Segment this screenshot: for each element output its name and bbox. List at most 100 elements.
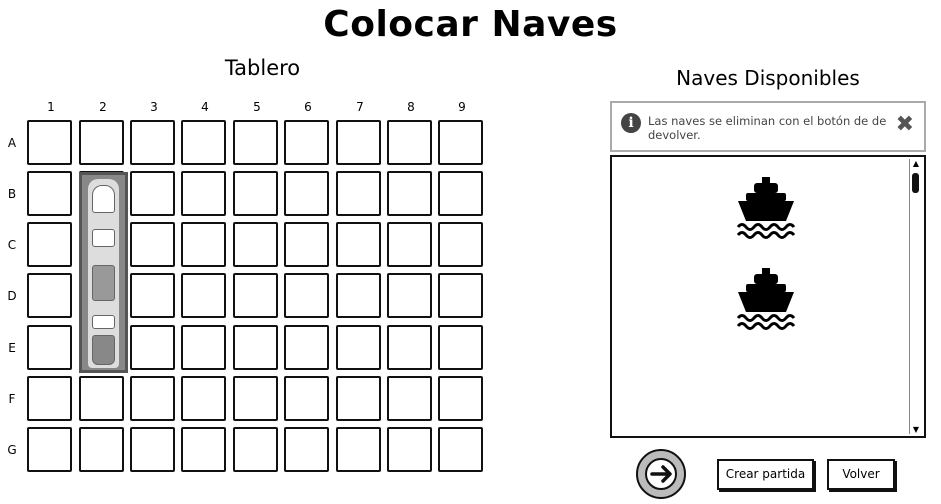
scrollbar[interactable]: ▲ ▼ [909, 159, 922, 434]
board-cell-F9[interactable] [438, 376, 483, 421]
row-label: D [7, 289, 17, 303]
board-cell-B3[interactable] [130, 171, 175, 216]
scroll-down-icon[interactable]: ▼ [911, 425, 921, 434]
next-button[interactable] [636, 449, 686, 499]
board-cell-G5[interactable] [233, 427, 278, 472]
board-title: Tablero [224, 56, 301, 80]
board-cell-F3[interactable] [130, 376, 175, 421]
ship-icon[interactable] [736, 177, 800, 239]
scroll-up-icon[interactable]: ▲ [911, 159, 921, 168]
ship-icon[interactable] [736, 268, 800, 330]
board-cell-G3[interactable] [130, 427, 175, 472]
board-cell-F1[interactable] [27, 376, 72, 421]
board-cell-G7[interactable] [336, 427, 381, 472]
board-cell-B8[interactable] [387, 171, 432, 216]
board-cell-G6[interactable] [284, 427, 329, 472]
board-cell-G8[interactable] [387, 427, 432, 472]
board-cell-C4[interactable] [181, 222, 226, 267]
board-cell-F6[interactable] [284, 376, 329, 421]
board-cell-B6[interactable] [284, 171, 329, 216]
row-label: G [7, 443, 17, 457]
column-label: 1 [47, 100, 55, 114]
board-cell-A8[interactable] [387, 120, 432, 165]
ship-bow [92, 185, 115, 213]
scroll-thumb[interactable] [912, 173, 919, 193]
board-cell-D6[interactable] [284, 273, 329, 318]
board-cell-E7[interactable] [336, 325, 381, 370]
board-cell-E9[interactable] [438, 325, 483, 370]
column-label: 2 [99, 100, 107, 114]
board-cell-E5[interactable] [233, 325, 278, 370]
board-cell-B4[interactable] [181, 171, 226, 216]
board-cell-D9[interactable] [438, 273, 483, 318]
board-cell-F8[interactable] [387, 376, 432, 421]
board-cell-A9[interactable] [438, 120, 483, 165]
column-label: 8 [407, 100, 415, 114]
board-cell-C7[interactable] [336, 222, 381, 267]
board-cell-A7[interactable] [336, 120, 381, 165]
board-cell-E8[interactable] [387, 325, 432, 370]
arrow-right-icon [645, 458, 677, 490]
row-label: E [8, 341, 16, 355]
column-label: 7 [356, 100, 364, 114]
board-cell-F4[interactable] [181, 376, 226, 421]
board-cell-B9[interactable] [438, 171, 483, 216]
board-cell-G4[interactable] [181, 427, 226, 472]
board-cell-D3[interactable] [130, 273, 175, 318]
board-cell-A4[interactable] [181, 120, 226, 165]
alert-text: Las naves se eliminan con el botón de de… [648, 114, 887, 142]
column-label: 6 [304, 100, 312, 114]
board-cell-A1[interactable] [27, 120, 72, 165]
board-cell-C8[interactable] [387, 222, 432, 267]
board-cell-A2[interactable] [79, 120, 124, 165]
board-cell-A5[interactable] [233, 120, 278, 165]
board-cell-C1[interactable] [27, 222, 72, 267]
row-label: C [7, 238, 17, 252]
column-label: 4 [201, 100, 209, 114]
placed-ship[interactable] [79, 172, 128, 373]
board-cell-D1[interactable] [27, 273, 72, 318]
page-title: Colocar Naves [323, 4, 618, 45]
row-label: A [7, 136, 17, 150]
ship-turrets [92, 265, 115, 301]
column-label: 5 [253, 100, 261, 114]
column-label: 3 [150, 100, 158, 114]
board-cell-D8[interactable] [387, 273, 432, 318]
board-cell-A6[interactable] [284, 120, 329, 165]
board-cell-C6[interactable] [284, 222, 329, 267]
board-cell-B5[interactable] [233, 171, 278, 216]
close-icon[interactable]: ✖ [896, 114, 914, 136]
ship-stern [92, 335, 115, 365]
board-cell-A3[interactable] [130, 120, 175, 165]
board-cell-E4[interactable] [181, 325, 226, 370]
board-cell-D7[interactable] [336, 273, 381, 318]
board-cell-B7[interactable] [336, 171, 381, 216]
available-ships-list[interactable]: ▲ ▼ [610, 155, 926, 438]
board-cell-F2[interactable] [79, 376, 124, 421]
row-label: B [7, 187, 17, 201]
board-cell-D4[interactable] [181, 273, 226, 318]
board-cell-G9[interactable] [438, 427, 483, 472]
create-game-button[interactable]: Crear partida [717, 459, 814, 490]
board-cell-C9[interactable] [438, 222, 483, 267]
board-cell-G1[interactable] [27, 427, 72, 472]
ship-hull [88, 179, 119, 368]
board-cell-F5[interactable] [233, 376, 278, 421]
board-cell-G2[interactable] [79, 427, 124, 472]
info-icon: i [621, 113, 641, 133]
board-cell-C5[interactable] [233, 222, 278, 267]
board-cell-E3[interactable] [130, 325, 175, 370]
ship-bridge [92, 229, 115, 247]
board-cell-B1[interactable] [27, 171, 72, 216]
ship-deck [92, 315, 115, 329]
column-label: 9 [458, 100, 466, 114]
available-ships-title: Naves Disponibles [676, 66, 860, 90]
back-button[interactable]: Volver [827, 459, 895, 490]
board-cell-E6[interactable] [284, 325, 329, 370]
info-alert: i Las naves se eliminan con el botón de … [610, 101, 926, 152]
board-cell-C3[interactable] [130, 222, 175, 267]
row-label: F [8, 392, 16, 406]
board-cell-E1[interactable] [27, 325, 72, 370]
board-cell-F7[interactable] [336, 376, 381, 421]
board-cell-D5[interactable] [233, 273, 278, 318]
